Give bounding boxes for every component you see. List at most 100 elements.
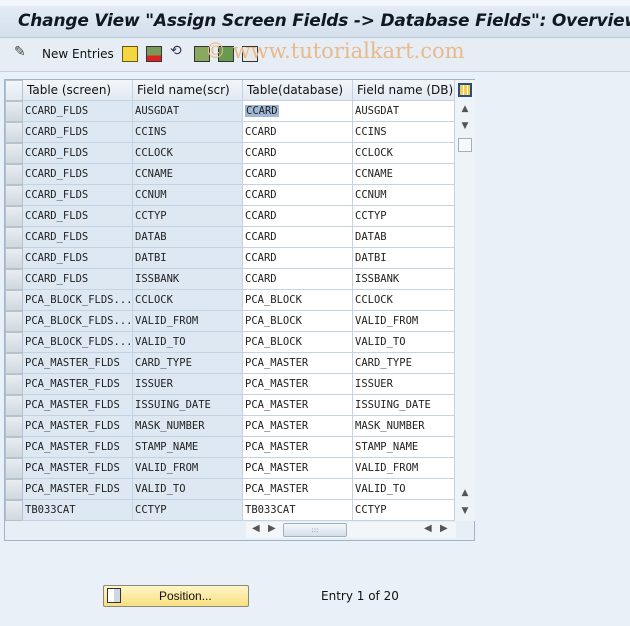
position-button[interactable]: Position...: [103, 585, 249, 607]
table-cell[interactable]: PCA_BLOCK_FLDS...: [23, 290, 133, 311]
table-cell[interactable]: PCA_MASTER: [243, 353, 353, 374]
table-cell[interactable]: DATBI: [353, 248, 455, 269]
row-selector[interactable]: [5, 101, 23, 122]
table-cell[interactable]: CCLOCK: [133, 290, 243, 311]
table-cell[interactable]: CCARD_FLDS: [23, 101, 133, 122]
scroll-left-icon[interactable]: ◀: [424, 523, 432, 534]
row-selector[interactable]: [5, 374, 23, 395]
table-cell[interactable]: PCA_MASTER: [243, 374, 353, 395]
table-cell[interactable]: CCARD: [243, 101, 353, 122]
table-cell[interactable]: ISSBANK: [353, 269, 455, 290]
select-all-cell[interactable]: [5, 80, 23, 101]
table-cell[interactable]: CARD_TYPE: [133, 353, 243, 374]
table-cell[interactable]: CCARD: [243, 227, 353, 248]
table-cell[interactable]: PCA_BLOCK_FLDS...: [23, 311, 133, 332]
table-cell[interactable]: PCA_MASTER: [243, 479, 353, 500]
table-cell[interactable]: PCA_BLOCK: [243, 332, 353, 353]
table-cell[interactable]: CCTYP: [133, 206, 243, 227]
table-cell[interactable]: VALID_FROM: [133, 311, 243, 332]
column-header[interactable]: Field name(scr): [133, 80, 243, 101]
table-cell[interactable]: PCA_MASTER_FLDS: [23, 437, 133, 458]
table-cell[interactable]: PCA_MASTER: [243, 395, 353, 416]
table-cell[interactable]: PCA_MASTER_FLDS: [23, 479, 133, 500]
table-cell[interactable]: MASK_NUMBER: [353, 416, 455, 437]
table-cell[interactable]: PCA_BLOCK_FLDS...: [23, 332, 133, 353]
table-cell[interactable]: DATAB: [133, 227, 243, 248]
table-cell[interactable]: DATAB: [353, 227, 455, 248]
table-cell[interactable]: MASK_NUMBER: [133, 416, 243, 437]
row-selector[interactable]: [5, 122, 23, 143]
scroll-down-icon[interactable]: ▼: [457, 503, 473, 519]
table-cell[interactable]: CCLOCK: [353, 290, 455, 311]
table-cell[interactable]: STAMP_NAME: [353, 437, 455, 458]
table-cell[interactable]: CCARD: [243, 269, 353, 290]
table-cell[interactable]: CCINS: [133, 122, 243, 143]
table-cell[interactable]: CCNAME: [353, 164, 455, 185]
table-cell[interactable]: CCARD: [243, 185, 353, 206]
table-cell[interactable]: VALID_TO: [353, 332, 455, 353]
table-cell[interactable]: CCARD_FLDS: [23, 206, 133, 227]
table-cell[interactable]: CCARD: [243, 206, 353, 227]
table-cell[interactable]: PCA_MASTER_FLDS: [23, 458, 133, 479]
row-selector[interactable]: [5, 248, 23, 269]
table-cell[interactable]: CCARD: [243, 143, 353, 164]
table-cell[interactable]: VALID_TO: [133, 332, 243, 353]
table-cell[interactable]: ISSUER: [133, 374, 243, 395]
table-cell[interactable]: CCARD: [243, 164, 353, 185]
table-cell[interactable]: VALID_FROM: [353, 311, 455, 332]
table-cell[interactable]: ISSUING_DATE: [133, 395, 243, 416]
row-selector[interactable]: [5, 290, 23, 311]
table-cell[interactable]: ISSUER: [353, 374, 455, 395]
scroll-up-icon[interactable]: ▲: [457, 485, 473, 501]
table-cell[interactable]: TB033CAT: [243, 500, 353, 521]
table-cell[interactable]: PCA_BLOCK: [243, 311, 353, 332]
column-header[interactable]: Field name (DB): [353, 80, 455, 101]
table-cell[interactable]: CCARD_FLDS: [23, 143, 133, 164]
table-cell[interactable]: ISSBANK: [133, 269, 243, 290]
row-selector[interactable]: [5, 437, 23, 458]
table-cell[interactable]: CCARD_FLDS: [23, 227, 133, 248]
column-header[interactable]: Table (screen): [23, 80, 133, 101]
table-cell[interactable]: CCLOCK: [353, 143, 455, 164]
table-cell[interactable]: CCNUM: [133, 185, 243, 206]
scroll-left-icon[interactable]: ◀: [252, 523, 260, 534]
table-cell[interactable]: CCTYP: [353, 500, 455, 521]
table-cell[interactable]: CCTYP: [133, 500, 243, 521]
row-selector[interactable]: [5, 416, 23, 437]
row-selector[interactable]: [5, 458, 23, 479]
row-selector[interactable]: [5, 164, 23, 185]
horizontal-scrollbar[interactable]: ◀ ▶ ::: ◀ ▶: [246, 522, 456, 538]
row-selector[interactable]: [5, 353, 23, 374]
copy-icon[interactable]: [122, 46, 138, 62]
undo-icon[interactable]: ⟲: [170, 43, 186, 59]
row-selector[interactable]: [5, 500, 23, 521]
row-selector[interactable]: [5, 311, 23, 332]
table-cell[interactable]: CARD_TYPE: [353, 353, 455, 374]
table-cell[interactable]: PCA_MASTER_FLDS: [23, 353, 133, 374]
change-display-icon[interactable]: ✎: [14, 44, 30, 60]
row-selector[interactable]: [5, 269, 23, 290]
table-cell[interactable]: CCARD: [243, 248, 353, 269]
row-selector[interactable]: [5, 227, 23, 248]
table-cell[interactable]: VALID_FROM: [353, 458, 455, 479]
table-cell[interactable]: CCTYP: [353, 206, 455, 227]
table-cell[interactable]: CCARD_FLDS: [23, 164, 133, 185]
scroll-thumb[interactable]: [458, 138, 472, 152]
row-selector[interactable]: [5, 185, 23, 206]
row-selector[interactable]: [5, 143, 23, 164]
table-cell[interactable]: CCARD_FLDS: [23, 269, 133, 290]
table-cell[interactable]: CCARD_FLDS: [23, 185, 133, 206]
table-cell[interactable]: PCA_MASTER_FLDS: [23, 416, 133, 437]
scroll-down-icon[interactable]: ▼: [457, 118, 473, 134]
table-cell[interactable]: CCNAME: [133, 164, 243, 185]
table-cell[interactable]: ISSUING_DATE: [353, 395, 455, 416]
table-cell[interactable]: AUSGDAT: [133, 101, 243, 122]
column-settings-button[interactable]: [455, 80, 475, 101]
table-cell[interactable]: VALID_FROM: [133, 458, 243, 479]
delete-icon[interactable]: [146, 46, 162, 62]
new-entries-button[interactable]: New Entries: [42, 47, 114, 61]
table-cell[interactable]: CCINS: [353, 122, 455, 143]
scroll-right-icon[interactable]: ▶: [268, 523, 276, 534]
table-cell[interactable]: PCA_BLOCK: [243, 290, 353, 311]
table-cell[interactable]: AUSGDAT: [353, 101, 455, 122]
